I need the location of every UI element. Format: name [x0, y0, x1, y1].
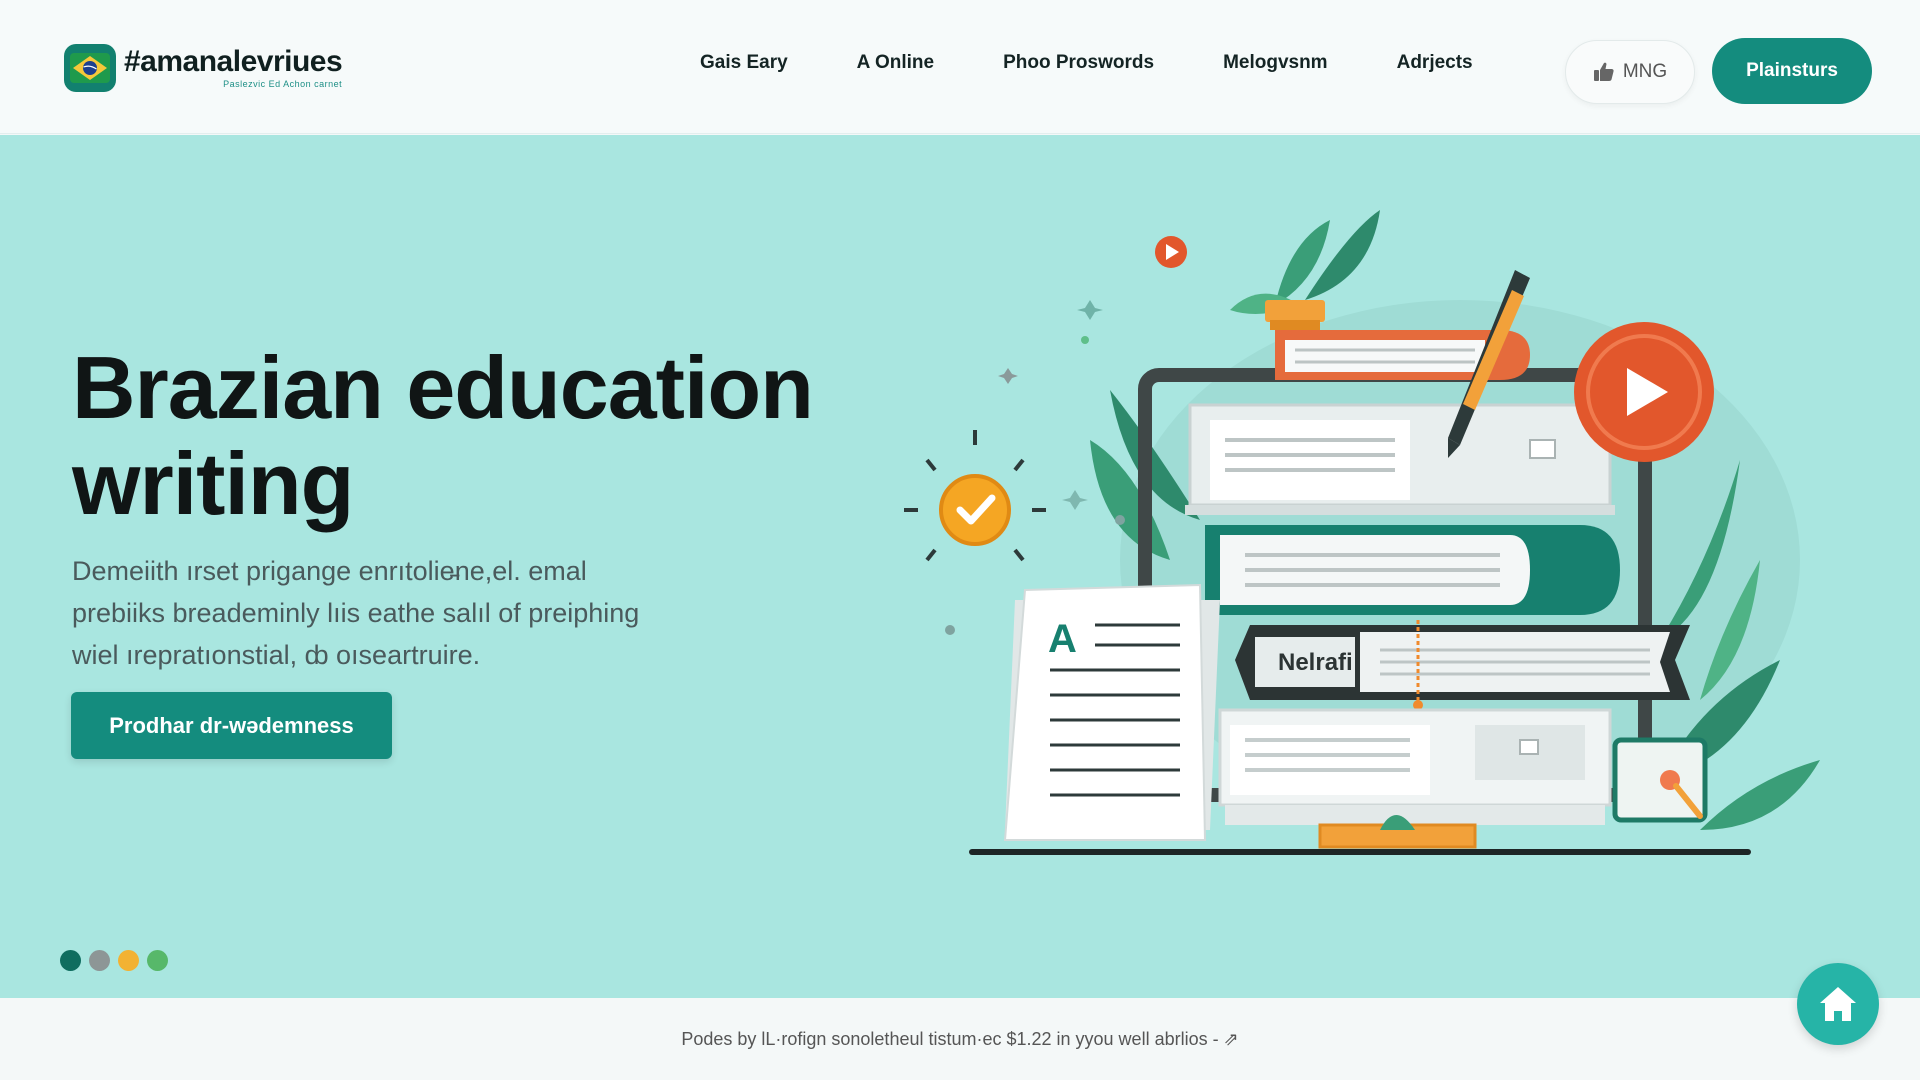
document-icon [1003, 583, 1220, 841]
checkmark-icon [904, 430, 1046, 562]
site-footer: Podes by lL·rofign sonoletheul tistum·ec… [0, 998, 1920, 1080]
home-button[interactable] [1797, 963, 1879, 1045]
site-header: #amanalevriues Paslezvic Ed Achon carnet… [0, 0, 1920, 134]
hero-desc-line-3: wiel ırepratıonstial, ȸ oıseartruire. [72, 640, 481, 670]
play-button-icon[interactable] [1574, 322, 1714, 462]
hero-desc-line-1: Demeiith ırset prigange enrıtolie̵ne,el.… [72, 556, 587, 586]
hero-description: Demeiith ırset prigange enrıtolie̵ne,el.… [72, 550, 732, 676]
hero-desc-line-2: prebiiks breademinly lıis eathe salıl of… [72, 598, 640, 628]
nav-item-4[interactable]: Melogvsnm [1223, 52, 1328, 74]
nav-item-1[interactable]: Gais Eary [700, 52, 788, 74]
brazil-flag-icon [64, 44, 116, 92]
thumbs-up-icon [1593, 62, 1614, 81]
brand-title: #amanalevriues [124, 45, 343, 78]
language-label: MNG [1622, 61, 1668, 82]
main-nav: Gais Eary A Online Phoo Proswords Melogv… [700, 52, 1473, 74]
carousel-dot-4[interactable] [147, 950, 168, 971]
footer-text: Podes by lL·rofign sonoletheul tistum·ec… [681, 1028, 1239, 1049]
hero-title: Brazian education writing [72, 340, 932, 532]
hero-illustration: Nelrafi A [904, 210, 1820, 855]
header-cta-button[interactable]: Plainsturs [1712, 38, 1872, 104]
home-icon [1820, 987, 1856, 1021]
carousel-dots [60, 950, 176, 971]
document-letter: A [1048, 617, 1077, 661]
small-play-icon [1155, 236, 1187, 268]
nav-item-2[interactable]: A Online [857, 52, 934, 74]
carousel-dot-1[interactable] [60, 950, 81, 971]
carousel-dot-3[interactable] [118, 950, 139, 971]
brand-logo[interactable]: #amanalevriues Paslezvic Ed Achon carnet [64, 44, 343, 92]
book-label: Nelrafi [1278, 649, 1353, 676]
hero-cta-button[interactable]: Prodhar dr-wǝdemness [71, 692, 392, 759]
hero-title-line-1: Brazian education [72, 338, 814, 437]
language-button[interactable]: MNG [1565, 40, 1695, 104]
brand-subtitle: Paslezvic Ed Achon carnet [223, 79, 343, 89]
hero-title-line-2: writing [72, 434, 354, 533]
nav-item-5[interactable]: Adrjects [1397, 52, 1473, 74]
nav-item-3[interactable]: Phoo Proswords [1003, 52, 1154, 74]
carousel-dot-2[interactable] [89, 950, 110, 971]
plant-pot-icon [1230, 210, 1380, 330]
search-frame-icon [1612, 737, 1708, 823]
